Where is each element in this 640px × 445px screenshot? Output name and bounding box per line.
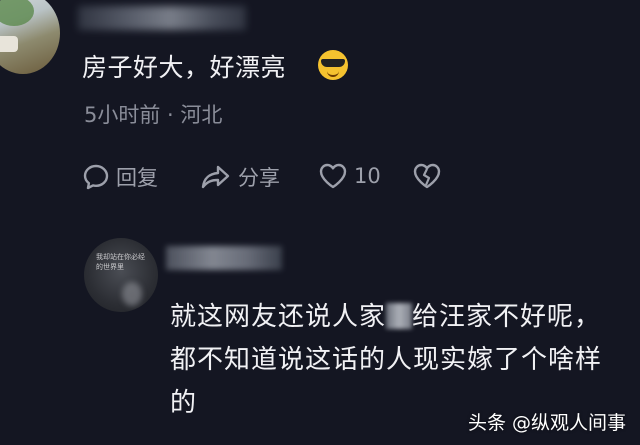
reply-line-1-part-1: 就这网友还说人家 xyxy=(170,302,387,332)
dislike-button[interactable] xyxy=(412,162,442,190)
reply-line-1-part-2: 给汪家不好呢， xyxy=(412,302,602,332)
replier-avatar[interactable]: 我却站在你必经的世界里 xyxy=(84,238,158,312)
comment-meta: 5小时前 · 河北 xyxy=(84,103,223,127)
share-button[interactable]: 分享 xyxy=(200,162,280,192)
avatar-plant xyxy=(0,0,34,26)
reply-button[interactable]: 回复 xyxy=(82,162,158,192)
reply-line-2: 都不知道说这话的人现实嫁了个啥样 xyxy=(170,345,603,375)
share-label: 分享 xyxy=(238,166,280,190)
reply-label: 回复 xyxy=(116,166,158,190)
share-arrow-icon xyxy=(201,165,230,189)
reply-text: 就这网友还说人家 给汪家不好呢， 都不知道说这话的人现实嫁了个啥样 的 xyxy=(170,296,630,425)
avatar-caption: 我却站在你必经的世界里 xyxy=(96,253,145,271)
broken-heart-icon xyxy=(413,163,441,189)
comment-text: 房子好大，好漂亮 xyxy=(82,53,287,82)
commenter-name-blurred[interactable] xyxy=(78,6,246,30)
avatar-cup xyxy=(0,36,18,52)
heart-icon xyxy=(319,163,347,189)
commenter-avatar[interactable] xyxy=(0,0,60,74)
reply-line-1: 就这网友还说人家 给汪家不好呢， xyxy=(170,296,630,339)
like-count: 10 xyxy=(354,164,381,188)
watermark: 头条 @纵观人间事 xyxy=(467,412,626,434)
like-button[interactable]: 10 xyxy=(318,162,381,190)
avatar-smoke xyxy=(122,282,142,306)
reply-bubble-icon xyxy=(83,164,109,190)
replier-name-blurred[interactable] xyxy=(166,246,282,270)
masked-character xyxy=(386,303,413,329)
sunglasses-emoji-icon xyxy=(318,50,348,80)
